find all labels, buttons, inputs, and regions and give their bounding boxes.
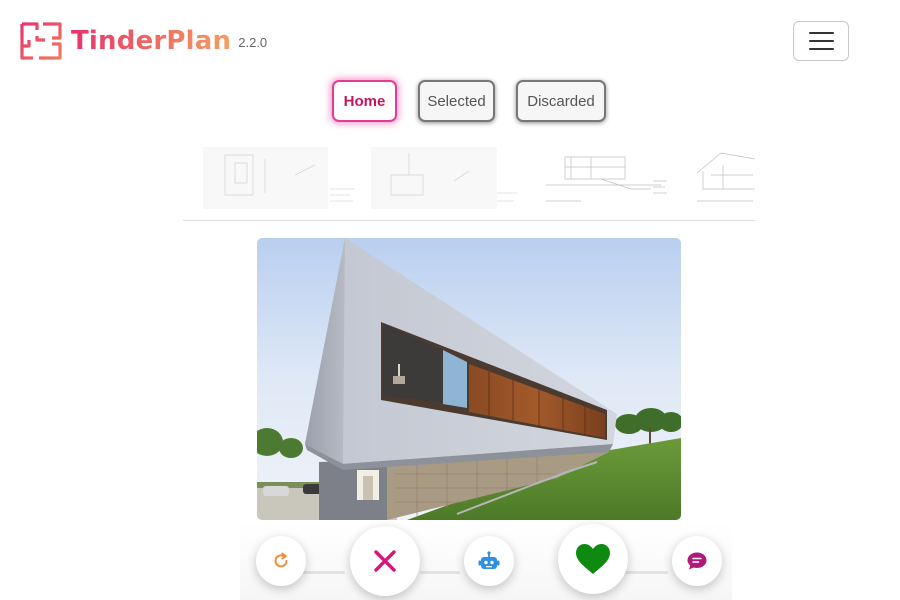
discard-button[interactable]	[350, 526, 420, 596]
floor-plan-thumbnail[interactable]	[369, 145, 519, 215]
chat-icon	[687, 552, 707, 570]
nav-tabs: Home Selected Discarded	[0, 80, 900, 123]
tab-home[interactable]: Home	[332, 80, 397, 122]
tab-selected[interactable]: Selected	[418, 80, 495, 122]
plan-thumbnail-strip	[183, 143, 755, 221]
modern-house-photo[interactable]	[257, 238, 681, 520]
hamburger-menu-icon-bar	[808, 48, 834, 50]
app-name: TinderPlan	[71, 26, 232, 56]
floor-plan-thumbnail[interactable]	[195, 145, 355, 215]
chat-button[interactable]	[672, 536, 722, 586]
undo-icon	[274, 552, 288, 568]
elevation-drawing-thumbnail[interactable]	[693, 145, 755, 215]
undo-button[interactable]	[256, 536, 306, 586]
like-button[interactable]	[558, 524, 628, 594]
close-icon	[374, 550, 396, 572]
heart-icon	[576, 544, 610, 574]
ai-assistant-button[interactable]	[464, 536, 514, 586]
menu-toggle-button[interactable]	[793, 21, 849, 61]
floorplan-logo-icon	[20, 22, 62, 60]
brand[interactable]: TinderPlan 2.2.0	[19, 20, 267, 62]
hamburger-menu-icon	[808, 32, 834, 34]
robot-icon	[478, 551, 500, 569]
hamburger-menu-icon-bar	[808, 40, 834, 42]
app-version: 2.2.0	[238, 34, 268, 50]
divider	[420, 571, 460, 574]
tab-discarded[interactable]: Discarded	[516, 80, 606, 122]
section-drawing-thumbnail[interactable]	[541, 145, 671, 215]
